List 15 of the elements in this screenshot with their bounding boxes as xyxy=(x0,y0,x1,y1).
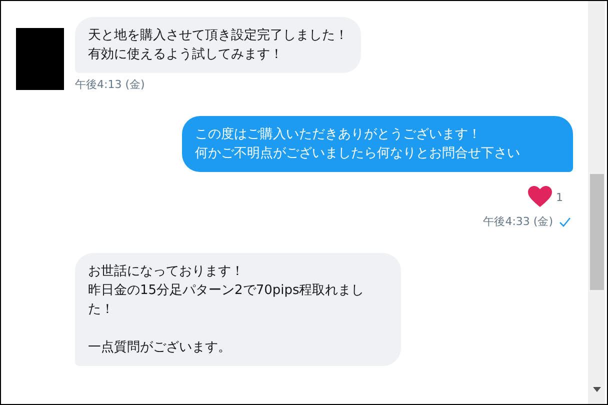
like-count: 1 xyxy=(556,190,563,204)
message-text: 一点質問がございます。 xyxy=(88,339,232,357)
scrollbar-thumb[interactable] xyxy=(590,174,604,290)
message-text: 何かご不明点がございましたら何なりとお問合せ下さい xyxy=(195,145,521,163)
heart-icon[interactable] xyxy=(528,186,552,208)
avatar-placeholder xyxy=(16,28,64,90)
message-time: 午後4:13 (金) xyxy=(75,77,146,92)
message-text: 有効に使えるよう試してみます！ xyxy=(88,46,284,64)
message-text: 昨日金の15分足パターン2で70pips程取れました！ xyxy=(88,282,366,319)
scrollbar[interactable] xyxy=(588,1,605,404)
message-time: 午後4:33 (金) xyxy=(483,214,553,229)
scroll-down-icon[interactable] xyxy=(592,387,600,392)
message-text: お世話になっております！ xyxy=(88,263,245,281)
message-text: この度はご購入いただきありがとうございます！ xyxy=(195,126,482,144)
message-text: 天と地を購入させて頂き設定完了しました！ xyxy=(88,27,348,45)
